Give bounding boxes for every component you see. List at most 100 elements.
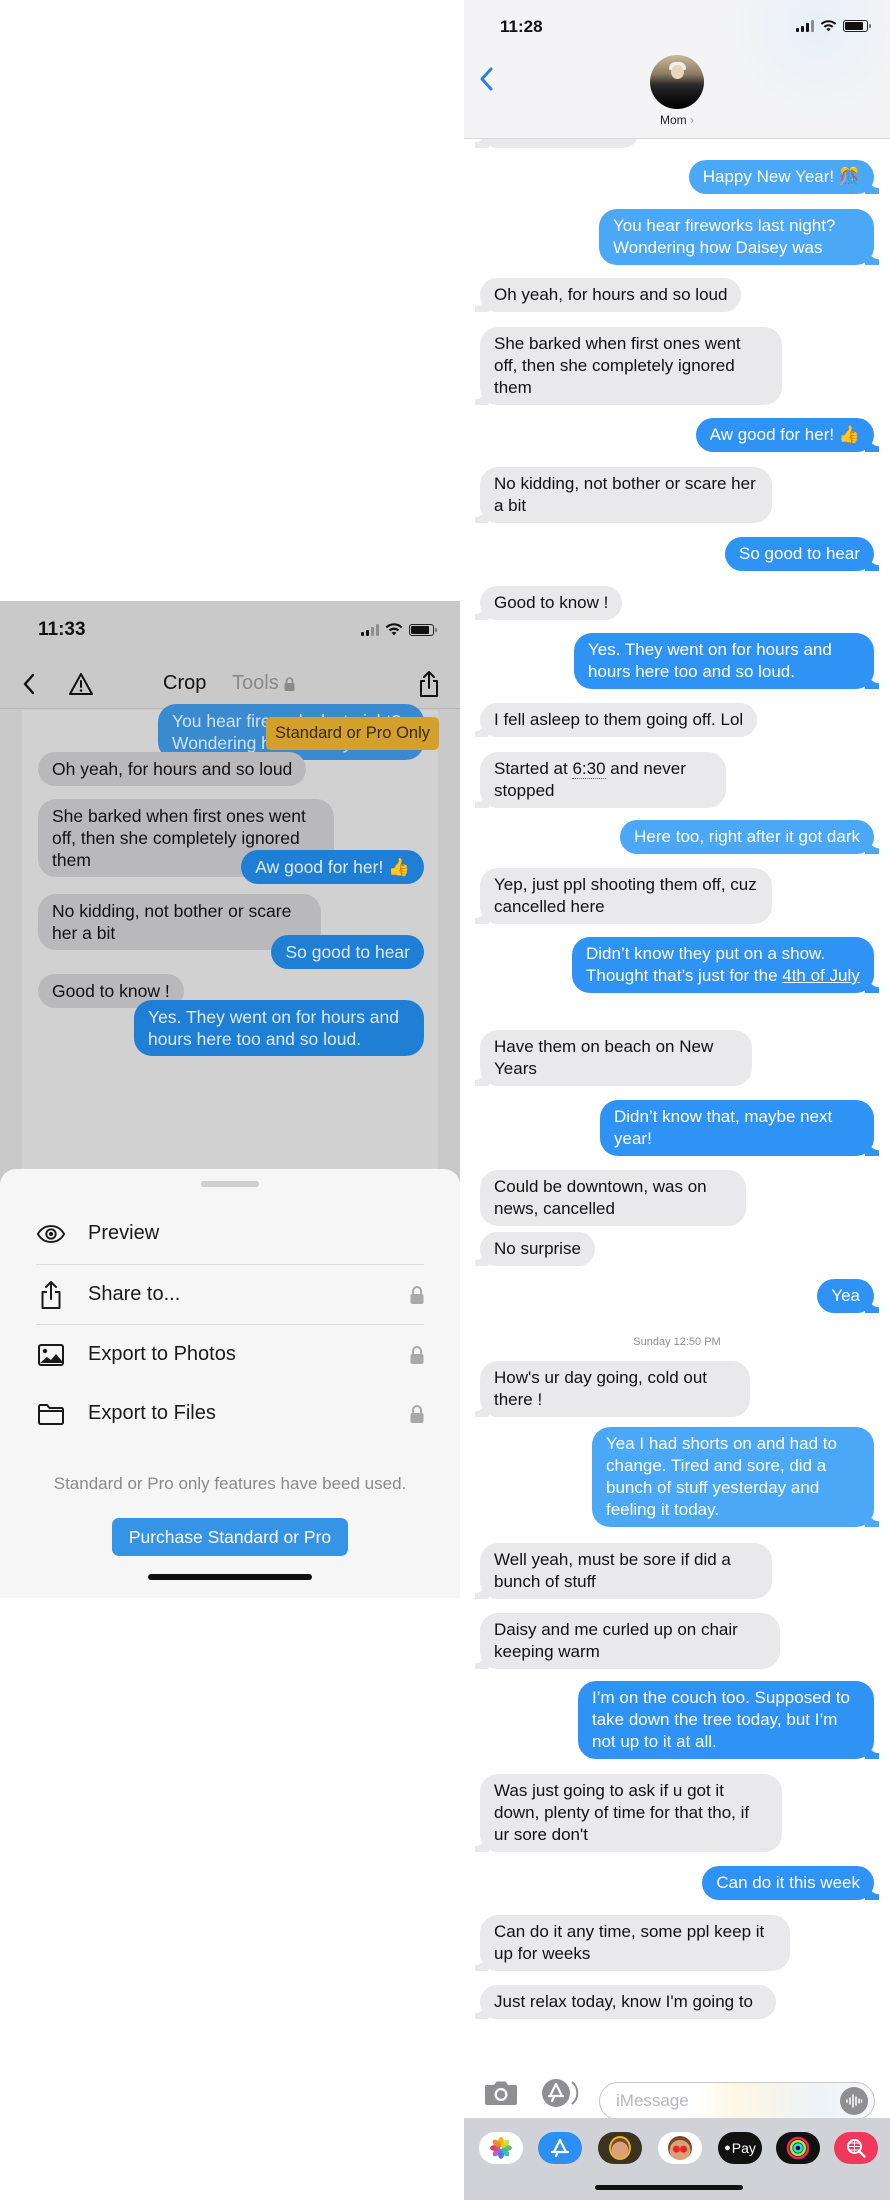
app-drawer: ● Pay (464, 2118, 890, 2200)
memoji-camera-app-icon[interactable] (598, 2132, 642, 2164)
apple-logo-icon: ● (724, 2142, 731, 2154)
pro-only-badge[interactable]: Standard or Pro Only (266, 717, 439, 750)
sheet-grabber[interactable] (201, 1181, 259, 1187)
warning-button[interactable] (66, 669, 96, 699)
message-thread[interactable]: Happy New Year! 🎊 You hear fireworks las… (464, 0, 890, 2060)
photos-flower-icon (490, 2137, 512, 2159)
message-bubble-incoming: Yep, just ppl shooting them off, cuz can… (475, 868, 772, 924)
time-link[interactable]: 6:30 (572, 759, 606, 779)
folder-icon (38, 1403, 64, 1425)
message-bubble-incoming: Daisy and me curled up on chair keeping … (475, 1613, 780, 1669)
tab-crop[interactable]: Crop (163, 672, 206, 695)
audio-waveform-icon (846, 2094, 863, 2108)
imessage-input[interactable]: iMessage (599, 2082, 875, 2120)
sheet-item-label: Export to Photos (88, 1343, 236, 1365)
message-bubble-incoming: Good to know ! (474, 586, 623, 620)
status-icons (361, 623, 437, 636)
purchase-button[interactable]: Purchase Standard or Pro (112, 1518, 348, 1556)
apple-pay-label: Pay (731, 2140, 756, 2156)
message-bubble-outgoing: Yea I had shorts on and had to change. T… (592, 1427, 879, 1527)
pro-features-note: Standard or Pro only features have beed … (53, 1474, 407, 1493)
editor-screen: 11:33 Crop Tools You hear fireworks last… (0, 601, 460, 1598)
chevron-left-icon (23, 673, 35, 695)
back-button[interactable] (14, 669, 44, 699)
message-bubble-outgoing: So good to hear (725, 537, 879, 571)
contact-name-button[interactable]: Mom › (464, 113, 890, 127)
message-bubble-outgoing: Yes. They went on for hours and hours he… (574, 633, 879, 689)
apps-button[interactable] (541, 2078, 581, 2108)
message-bubble-incoming: Oh yeah, for hours and so loud (38, 752, 307, 786)
apple-pay-app-icon[interactable]: ● Pay (718, 2132, 762, 2164)
chevron-right-icon: › (690, 113, 694, 127)
status-time: 11:28 (500, 17, 543, 36)
eye-icon (36, 1224, 66, 1243)
compose-area: iMessage ● Pay (464, 2060, 890, 2200)
message-bubble-incoming: Can do it any time, some ppl keep it up … (475, 1915, 790, 1971)
imessage-placeholder: iMessage (616, 2091, 689, 2110)
thread-timestamp: Sunday 12:50 PM (633, 1336, 721, 1348)
message-bubble-outgoing: Aw good for her! 👍 (695, 418, 880, 452)
lock-icon (410, 1404, 424, 1423)
message-bubble-outgoing: I’m on the couch too. Supposed to take d… (578, 1681, 879, 1759)
app-store-app-icon[interactable] (538, 2132, 582, 2164)
app-store-glyph-icon (550, 2138, 570, 2158)
sheet-item-label: Export to Files (88, 1402, 216, 1424)
activity-rings-icon (786, 2136, 810, 2160)
message-bubble-outgoing: Yes. They went on for hours and hours he… (134, 1000, 424, 1056)
back-button[interactable] (478, 66, 494, 97)
wifi-icon (385, 623, 403, 636)
globe-search-icon (847, 2139, 866, 2158)
status-bar: 11:33 (0, 601, 460, 661)
sheet-item-export-photos[interactable]: Export to Photos (36, 1325, 424, 1384)
photo-icon (38, 1343, 64, 1366)
message-bubble-incoming: I fell asleep to them going off. Lol (474, 703, 758, 737)
sheet-item-preview[interactable]: Preview (36, 1204, 424, 1263)
message-bubble-incoming: Was just going to ask if u got it down, … (475, 1774, 782, 1852)
status-icons (796, 20, 871, 32)
message-bubble-outgoing: Happy New Year! 🎊 (688, 160, 880, 194)
memoji-stickers-app-icon[interactable] (658, 2132, 702, 2164)
message-bubble-incoming: How's ur day going, cold out there ! (475, 1361, 750, 1417)
message-bubble-incoming: Could be downtown, was on news, cancelle… (480, 1170, 746, 1226)
battery-icon (409, 623, 437, 636)
warning-triangle-icon (69, 673, 93, 695)
camera-icon (485, 2081, 517, 2105)
tab-tools[interactable]: Tools (232, 672, 295, 695)
chevron-left-icon (480, 67, 493, 91)
date-link[interactable]: 4th of July (782, 966, 860, 985)
message-bubble-outgoing: Didn’t know they put on a show. Thought … (572, 937, 879, 993)
contact-avatar[interactable] (650, 55, 704, 109)
home-indicator[interactable] (595, 2185, 743, 2190)
sheet-item-label: Preview (88, 1222, 160, 1244)
message-bubble-outgoing: You hear fireworks last night? Wondering… (599, 209, 879, 265)
message-bubble-outgoing: So good to hear (271, 935, 424, 969)
message-bubble-outgoing: Yea (817, 1279, 879, 1313)
app-store-icon (542, 2079, 579, 2107)
image-search-app-icon[interactable] (834, 2132, 878, 2164)
conversation-header: 11:28 Mom › (464, 0, 890, 139)
share-button[interactable] (414, 669, 444, 699)
message-bubble-outgoing: Can do it this week (702, 1866, 879, 1900)
message-bubble-incoming: Well yeah, must be sore if did a bunch o… (475, 1543, 772, 1599)
sheet-item-label: Share to... (88, 1283, 181, 1305)
status-time: 11:33 (38, 619, 86, 640)
lock-icon (410, 1285, 424, 1304)
message-text: Started at (494, 759, 573, 778)
message-bubble-incoming: Just relax today, know I'm going to (475, 1985, 776, 2019)
memoji-face-icon (609, 2136, 631, 2160)
memoji-sticker-icon (668, 2136, 692, 2160)
wifi-icon (820, 20, 837, 32)
share-icon (420, 671, 438, 697)
messages-screen: Happy New Year! 🎊 You hear fireworks las… (464, 0, 890, 2200)
activity-app-icon[interactable] (776, 2132, 820, 2164)
photos-app-icon[interactable] (479, 2132, 523, 2164)
lock-icon (410, 1345, 424, 1364)
home-indicator[interactable] (148, 1574, 312, 1580)
message-bubble-outgoing: Here too, right after it got dark (620, 820, 879, 854)
audio-message-button[interactable] (840, 2087, 868, 2115)
sheet-item-export-files[interactable]: Export to Files (36, 1384, 424, 1443)
message-bubble-incoming: She barked when first ones went off, the… (475, 327, 782, 405)
message-bubble-incoming: Have them on beach on New Years (475, 1030, 752, 1086)
sheet-item-share[interactable]: Share to... (36, 1265, 424, 1324)
camera-button[interactable] (484, 2080, 518, 2106)
